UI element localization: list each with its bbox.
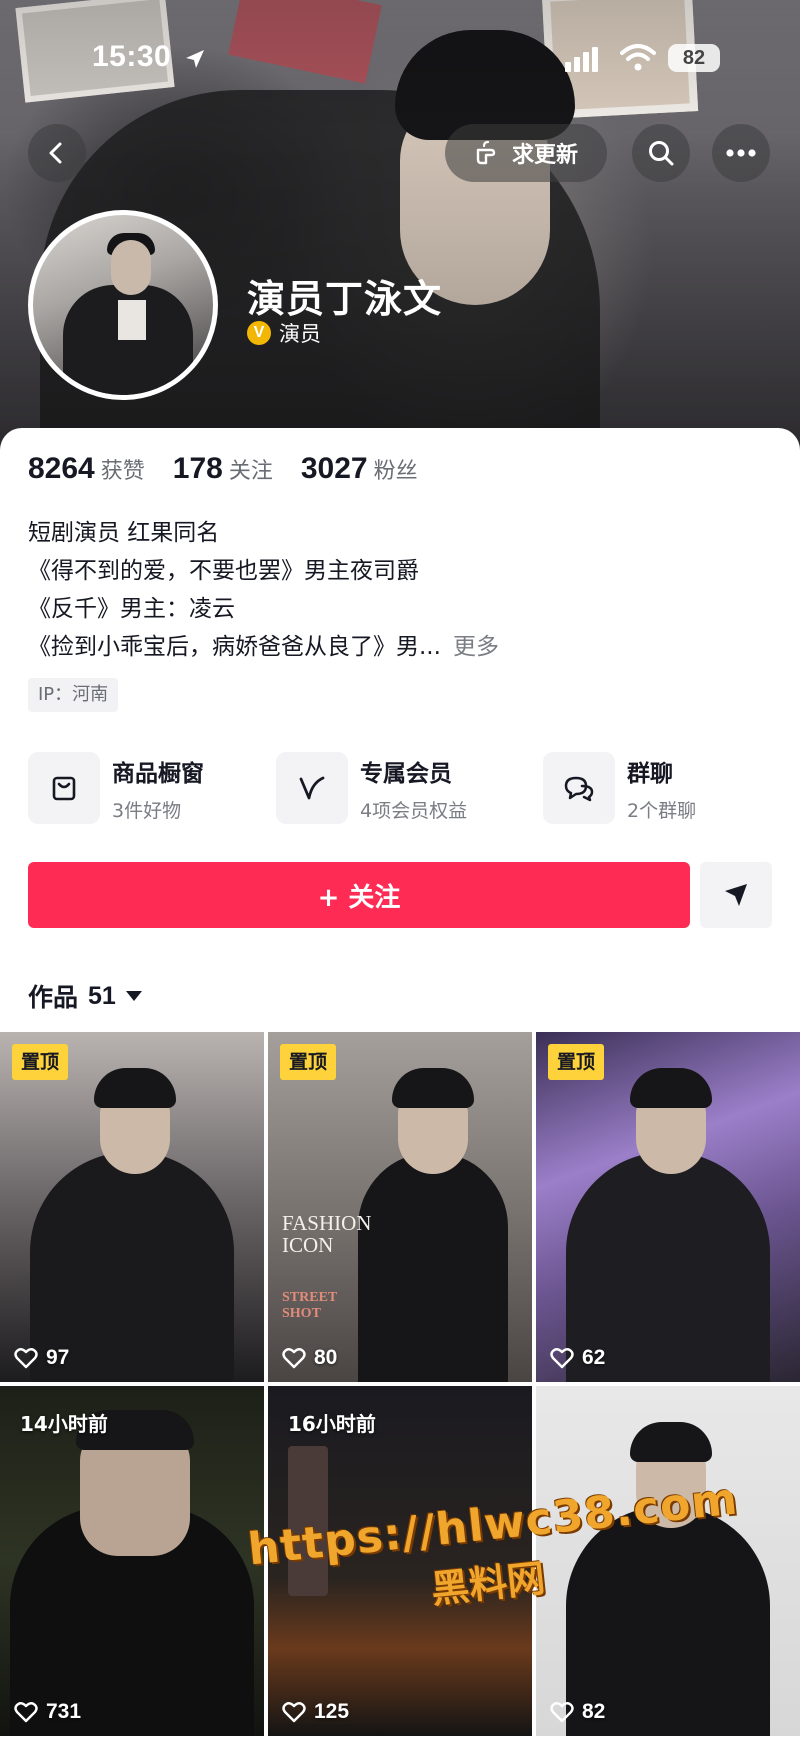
avatar-figure-face [111, 240, 151, 295]
bio-line: 《得不到的爱，不要也罢》男主夜司爵 [28, 558, 419, 584]
works-label: 作品 [28, 983, 79, 1012]
stat-label: 关注 [228, 459, 273, 484]
status-time: 15:30 [92, 40, 172, 73]
video-thumbnail-figure [358, 1152, 508, 1382]
works-count: 51 [88, 981, 116, 1010]
stat-value: 8264 [28, 452, 95, 485]
avatar-figure-shirt [118, 300, 146, 340]
video-grid: 置顶 97 置顶 FASHION ICON STREET SHOT 80 置顶 … [0, 1032, 800, 1739]
more-options-button[interactable] [712, 124, 770, 182]
stat-following[interactable]: 178 关注 [173, 452, 273, 486]
video-likes: 97 [14, 1346, 69, 1370]
follow-button[interactable]: + 关注 [28, 862, 690, 928]
video-tile[interactable]: 置顶 97 [0, 1032, 264, 1382]
profile-bio: 短剧演员 红果同名 《得不到的爱，不要也罢》男主夜司爵 《反千》男主：凌云 《捡… [28, 514, 499, 666]
video-likes: 80 [282, 1346, 337, 1370]
heart-icon [14, 1348, 38, 1369]
back-button[interactable] [28, 124, 86, 182]
verified-badge-icon: V [247, 321, 271, 345]
stat-label: 粉丝 [373, 459, 418, 484]
profile-stats: 8264 获赞 178 关注 3027 粉丝 [28, 452, 446, 486]
request-update-label: 求更新 [511, 143, 578, 168]
location-arrow-icon [186, 50, 204, 68]
send-arrow-icon [725, 884, 747, 906]
video-likes: 62 [550, 1346, 605, 1370]
video-likes: 125 [282, 1700, 349, 1724]
video-time-tag: 16小时前 [288, 1412, 376, 1436]
likes-count: 731 [46, 1700, 82, 1723]
service-subtitle: 4项会员权益 [360, 799, 468, 822]
ip-location-tag: IP：河南 [28, 678, 119, 712]
search-button[interactable] [632, 124, 690, 182]
service-membership[interactable]: 专属会员 4项会员权益 [276, 750, 467, 826]
stat-likes: 8264 获赞 [28, 452, 145, 486]
service-title: 群聊 [627, 760, 673, 787]
bio-line: 《捡到小乖宝后，病娇爸爸从良了》男... [28, 634, 441, 660]
service-shop-window[interactable]: 商品橱窗 3件好物 [28, 750, 204, 826]
services-row: 商品橱窗 3件好物 专属会员 4项会员权益 群聊 2个群聊 [28, 750, 772, 826]
search-icon [649, 141, 674, 166]
heart-icon [282, 1702, 306, 1723]
works-tab[interactable]: 作品 51 [28, 978, 142, 1014]
bio-more-link[interactable]: 更多 [453, 634, 499, 660]
pinned-badge: 置顶 [12, 1044, 69, 1080]
poster-subtitle: STREET SHOT [282, 1290, 337, 1321]
likes-count: 80 [314, 1346, 338, 1369]
ellipsis-icon [726, 149, 756, 157]
video-likes: 82 [550, 1700, 605, 1724]
avatar[interactable] [28, 210, 218, 400]
heart-icon [550, 1348, 574, 1369]
stat-value: 178 [172, 452, 223, 485]
video-tile[interactable]: 14小时前 731 [0, 1386, 264, 1736]
poster-title: FASHION ICON [282, 1211, 372, 1257]
wifi-icon [620, 44, 656, 71]
stat-label: 获赞 [100, 459, 145, 484]
bio-line: 《反千》男主：凌云 [28, 596, 235, 622]
likes-count: 97 [46, 1346, 70, 1369]
shopping-bag-icon [28, 752, 100, 824]
video-tile[interactable]: 置顶 FASHION ICON STREET SHOT 80 [268, 1032, 532, 1382]
pinned-badge: 置顶 [548, 1044, 605, 1080]
heart-icon [550, 1702, 574, 1723]
chevron-left-icon [49, 142, 62, 164]
service-group-chat[interactable]: 群聊 2个群聊 [543, 750, 696, 826]
caret-down-icon [125, 991, 142, 1001]
video-thumbnail-hair [630, 1068, 712, 1108]
cellular-signal-icon [565, 47, 598, 72]
verification-row: V 演员 [247, 318, 321, 348]
video-thumbnail-hair [94, 1068, 176, 1108]
pointing-hand-icon [476, 140, 496, 165]
video-likes: 731 [14, 1700, 81, 1724]
service-title: 专属会员 [360, 760, 452, 787]
service-title: 商品橱窗 [112, 760, 204, 787]
video-time-tag: 14小时前 [20, 1412, 108, 1436]
bio-line-last: 《捡到小乖宝后，病娇爸爸从良了》男... 更多 [28, 628, 499, 666]
battery-indicator: 82 [668, 44, 720, 72]
likes-count: 125 [314, 1700, 350, 1723]
heart-icon [282, 1348, 306, 1369]
video-thumbnail-hair [630, 1422, 712, 1462]
video-thumbnail-hair [392, 1068, 474, 1108]
service-subtitle: 2个群聊 [627, 799, 697, 822]
likes-count: 62 [582, 1346, 606, 1369]
likes-count: 82 [582, 1700, 606, 1723]
video-tile[interactable]: 置顶 62 [536, 1032, 800, 1382]
group-chat-icon [543, 752, 615, 824]
bio-line: 短剧演员 红果同名 [28, 520, 220, 546]
status-bar: 15:30 82 [0, 0, 800, 120]
membership-v-icon [276, 752, 348, 824]
stat-value: 3027 [300, 452, 368, 485]
share-button[interactable] [700, 862, 772, 928]
service-subtitle: 3件好物 [112, 799, 182, 822]
request-update-button[interactable]: 求更新 [445, 124, 607, 182]
stat-followers[interactable]: 3027 粉丝 [301, 452, 418, 486]
verification-label: 演员 [279, 322, 321, 346]
profile-name: 演员丁泳文 [247, 277, 443, 321]
heart-icon [14, 1702, 38, 1723]
pinned-badge: 置顶 [280, 1044, 337, 1080]
